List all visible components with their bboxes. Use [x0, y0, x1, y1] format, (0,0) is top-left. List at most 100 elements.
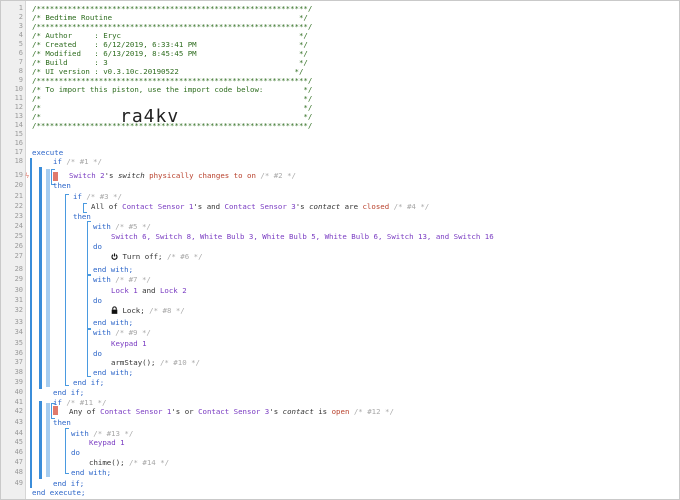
end-if-keyword[interactable]: end if;: [73, 378, 104, 387]
comparison-operator: physically changes to: [149, 171, 243, 180]
line-number: 4: [18, 31, 23, 39]
text: are: [340, 202, 363, 211]
with-block-bracket: [87, 329, 91, 377]
if-statement[interactable]: if /* #3 */: [73, 192, 122, 201]
line-number: 17: [14, 148, 23, 156]
line-number: 34: [14, 328, 23, 336]
task-text: Turn off;: [122, 252, 163, 261]
device-name[interactable]: Keypad 1: [89, 438, 125, 447]
end-with-keyword[interactable]: end with;: [93, 368, 133, 377]
condition[interactable]: All of Contact Sensor 1's and Contact Se…: [91, 202, 429, 211]
end-execute-keyword[interactable]: end execute;: [32, 488, 85, 497]
line-number: 39: [14, 378, 23, 386]
nested-block-bar: [46, 403, 50, 477]
code-area: ϟ 1 2 3 4 5 6 7 8 9 10 11 12 13 14 15 16 17 18 19 20 21 22 23 2…: [1, 1, 679, 499]
statement-id: /* #10 */: [155, 358, 200, 367]
line-number: 28: [14, 265, 23, 273]
lock-icon: [111, 306, 118, 316]
statement-id: /* #12 */: [349, 407, 394, 416]
execute-block-bar: [30, 158, 32, 488]
device-name: Contact Sensor 1: [100, 407, 172, 416]
statement-id: /* #2 */: [255, 171, 296, 180]
with-statement[interactable]: with /* #13 */: [71, 429, 133, 438]
line-number: 38: [14, 368, 23, 376]
statement-id: /* #6 */: [162, 252, 203, 261]
statement-id: /* #7 */: [110, 275, 151, 284]
if-block-bar: [39, 167, 42, 389]
then-keyword[interactable]: then: [53, 181, 71, 190]
trigger-condition[interactable]: Switch 2's switch physically changes to …: [69, 171, 296, 180]
task-lock[interactable]: Lock; /* #8 */: [111, 306, 185, 315]
device-name: Contact Sensor 3: [224, 202, 296, 211]
do-keyword[interactable]: do: [93, 349, 102, 358]
nested-block-bar: [46, 169, 50, 387]
line-number: 37: [14, 358, 23, 366]
line-number: 16: [14, 139, 23, 147]
statement-id: /* #11 */: [61, 398, 107, 407]
line-number: 6: [18, 49, 23, 57]
end-if-keyword[interactable]: end if;: [53, 479, 84, 488]
do-keyword[interactable]: do: [93, 296, 102, 305]
line-number: 32: [14, 306, 23, 314]
task-text: armStay();: [111, 358, 156, 367]
line-number: 20: [14, 181, 23, 189]
author-line: /* Author : Eryc */: [32, 31, 308, 40]
line-number: 21: [14, 192, 23, 200]
attribute-name: contact: [309, 202, 341, 211]
if-statement[interactable]: if /* #1 */: [53, 157, 102, 166]
comparison-value: on: [247, 171, 256, 180]
task-chime[interactable]: chime(); /* #14 */: [89, 458, 169, 467]
line-number: 36: [14, 349, 23, 357]
import-code[interactable]: ra4kv: [120, 106, 179, 127]
if-statement[interactable]: if /* #11 */: [53, 398, 106, 407]
device-name[interactable]: Keypad 1: [111, 339, 147, 348]
statement-id: /* #3 */: [81, 192, 122, 201]
piston-title: /* Bedtime Routine */: [32, 13, 308, 22]
line-number: 43: [14, 418, 23, 426]
end-if-keyword[interactable]: end if;: [53, 388, 84, 397]
then-keyword[interactable]: then: [53, 418, 71, 427]
statement-id: /* #9 */: [110, 328, 151, 337]
execute-keyword[interactable]: execute: [32, 148, 63, 157]
if-block-bar: [39, 401, 42, 479]
line-number: 27: [14, 252, 23, 260]
task-turn-off[interactable]: Turn off; /* #6 */: [111, 252, 203, 261]
device-list[interactable]: Lock 1 and Lock 2: [111, 286, 187, 295]
do-keyword[interactable]: do: [71, 448, 80, 457]
end-with-keyword[interactable]: end with;: [93, 318, 133, 327]
import-note: /* To import this piston, use the import…: [32, 85, 313, 94]
line-number: 14: [14, 121, 23, 129]
device-list[interactable]: Switch 6, Switch 8, White Bulb 3, White …: [111, 232, 494, 241]
with-statement[interactable]: with /* #7 */: [93, 275, 151, 284]
if-keyword: if: [53, 157, 62, 166]
line-number: 9: [18, 76, 23, 84]
do-keyword[interactable]: do: [93, 242, 102, 251]
statement-id: /* #5 */: [110, 222, 151, 231]
device-name: Lock 1: [111, 286, 138, 295]
end-with-keyword[interactable]: end with;: [71, 468, 111, 477]
line-number: 35: [14, 339, 23, 347]
with-keyword: with: [71, 429, 89, 438]
with-block-bracket: [65, 428, 69, 474]
text: is: [313, 407, 332, 416]
text: Any of: [69, 407, 101, 416]
with-statement[interactable]: with /* #5 */: [93, 222, 151, 231]
line-number: 30: [14, 286, 23, 294]
line-number: 42: [14, 407, 23, 415]
line-number: 47: [14, 458, 23, 466]
attribute-name: switch: [117, 171, 145, 180]
text: and: [137, 286, 160, 295]
with-statement[interactable]: with /* #9 */: [93, 328, 151, 337]
device-name: Contact Sensor 3: [198, 407, 270, 416]
end-with-keyword[interactable]: end with;: [93, 265, 133, 274]
condition[interactable]: Any of Contact Sensor 1's or Contact Sen…: [69, 407, 394, 416]
then-keyword[interactable]: then: [73, 212, 91, 221]
statement-id: /* #8 */: [144, 306, 185, 315]
statement-id: /* #14 */: [124, 458, 170, 467]
device-name: Switch 2: [69, 171, 105, 180]
line-number: 22: [14, 202, 23, 210]
comment-blank: /* */: [32, 94, 313, 103]
line-number: 45: [14, 438, 23, 446]
line-number: 18: [14, 157, 23, 165]
task-arm-stay[interactable]: armStay(); /* #10 */: [111, 358, 200, 367]
